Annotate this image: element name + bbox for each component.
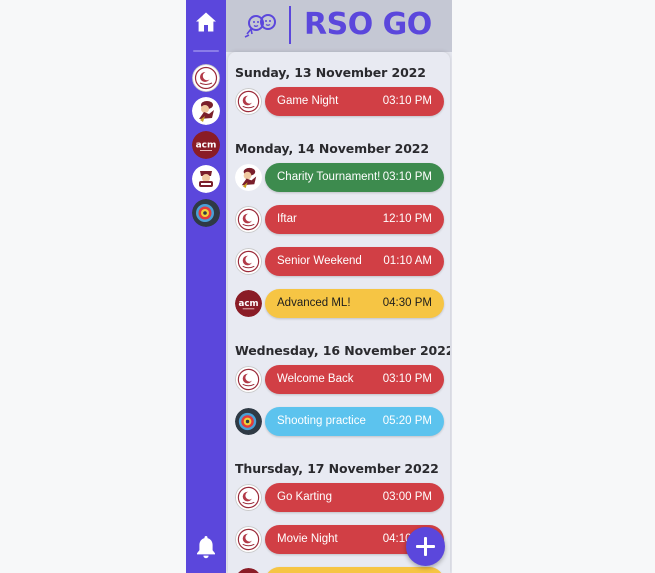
event-time: 12:10 PM xyxy=(382,213,432,225)
event-pill[interactable]: Charity Tournament! 03:10 PM xyxy=(265,163,444,192)
home-icon[interactable] xyxy=(195,11,217,33)
crescent-badge-icon xyxy=(192,64,220,92)
sidebar-club-mascot-2[interactable] xyxy=(192,165,220,193)
event-pill[interactable]: Prod. Mgmt. intro! 07:20 PM xyxy=(265,567,444,573)
acm-club-avatar-icon[interactable]: acm xyxy=(235,568,262,573)
event-time: 01:10 AM xyxy=(383,255,432,267)
event-name: Game Night xyxy=(277,95,339,107)
acm-badge-text: acm xyxy=(196,141,217,151)
sidebar-club-crescent[interactable] xyxy=(192,64,220,92)
mascot-badge-icon xyxy=(192,97,220,125)
event-time: 05:20 PM xyxy=(382,415,432,427)
event-name: Movie Night xyxy=(277,533,338,545)
event-time: 03:10 PM xyxy=(382,95,432,107)
target-club-avatar-icon[interactable] xyxy=(235,408,262,435)
acm-club-avatar-icon[interactable]: acm xyxy=(235,290,262,317)
crescent-club-avatar-icon[interactable] xyxy=(235,88,262,115)
event-pill[interactable]: Shooting practice 05:20 PM xyxy=(265,407,444,436)
day-heading: Thursday, 17 November 2022 xyxy=(235,461,439,476)
day-heading: Monday, 14 November 2022 xyxy=(235,141,429,156)
add-event-button[interactable] xyxy=(406,527,445,566)
bell-icon[interactable] xyxy=(195,534,217,560)
mascot-badge-icon xyxy=(192,165,220,193)
event-time: 07:20 PM xyxy=(383,567,432,573)
day-heading: Sunday, 13 November 2022 xyxy=(235,65,426,80)
event-pill[interactable]: Welcome Back 03:10 PM xyxy=(265,365,444,394)
event-time: 03:10 PM xyxy=(382,171,432,183)
crescent-club-avatar-icon[interactable] xyxy=(235,366,262,393)
app-header: RSO GO xyxy=(226,0,452,52)
svg-text:acm: acm xyxy=(239,299,259,309)
sidebar-club-archery[interactable] xyxy=(192,199,220,227)
header-divider xyxy=(289,6,291,44)
event-name: Advanced ML! xyxy=(277,297,351,309)
crescent-club-avatar-icon[interactable] xyxy=(235,484,262,511)
event-name: Iftar xyxy=(277,213,297,225)
sidebar-club-mascot[interactable] xyxy=(192,97,220,125)
app-screen: acm RSO GO Sunday, 13 November 2022 Game… xyxy=(186,0,452,573)
event-time: 04:30 PM xyxy=(382,297,432,309)
event-pill[interactable]: Iftar 12:10 PM xyxy=(265,205,444,234)
event-pill[interactable]: Senior Weekend 01:10 AM xyxy=(265,247,444,276)
event-name: Prod. Mgmt. intro! xyxy=(277,567,368,573)
event-time: 03:00 PM xyxy=(382,491,432,503)
mascot-club-avatar-icon[interactable] xyxy=(235,164,262,191)
sidebar-club-acm[interactable]: acm xyxy=(192,131,220,159)
people-chat-logo-icon xyxy=(244,14,276,38)
event-time: 03:10 PM xyxy=(382,373,432,385)
day-heading: Wednesday, 16 November 2022 xyxy=(235,343,450,358)
sidebar-divider xyxy=(193,50,219,52)
event-pill[interactable]: Advanced ML! 04:30 PM xyxy=(265,289,444,318)
event-name: Welcome Back xyxy=(277,373,354,385)
event-name: Go Karting xyxy=(277,491,332,503)
crescent-club-avatar-icon[interactable] xyxy=(235,206,262,233)
event-name: Senior Weekend xyxy=(277,255,362,267)
club-sidebar: acm xyxy=(186,0,226,573)
acm-badge-icon: acm xyxy=(192,131,220,159)
event-name: Shooting practice xyxy=(277,415,366,427)
crescent-club-avatar-icon[interactable] xyxy=(235,526,262,553)
event-pill[interactable]: Game Night 03:10 PM xyxy=(265,87,444,116)
app-title: RSO GO xyxy=(304,7,432,42)
event-name: Charity Tournament! xyxy=(277,171,381,183)
crescent-club-avatar-icon[interactable] xyxy=(235,248,262,275)
event-pill[interactable]: Go Karting 03:00 PM xyxy=(265,483,444,512)
events-feed[interactable]: Sunday, 13 November 2022 Game Night 03:10 … xyxy=(228,52,450,573)
target-badge-icon xyxy=(192,199,220,227)
